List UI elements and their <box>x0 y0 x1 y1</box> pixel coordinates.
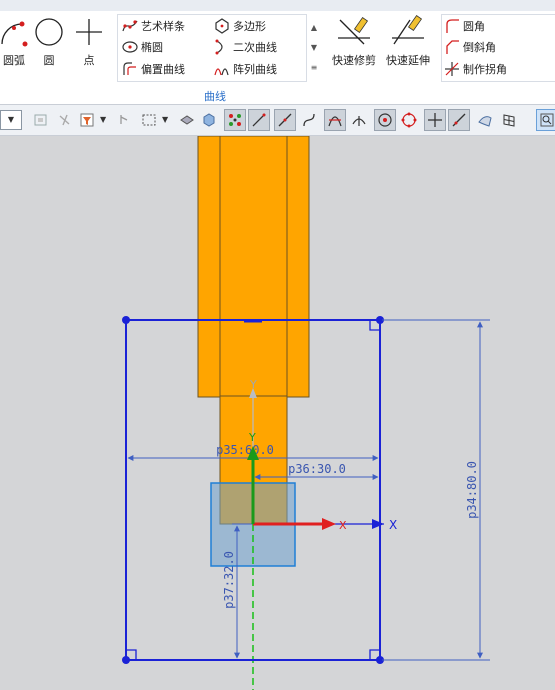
offset-y-dimension-text[interactable]: p37:32.0 <box>222 551 236 609</box>
snap-point-on-face-icon[interactable] <box>474 109 496 131</box>
point-tool-label: 点 <box>83 54 95 67</box>
polygon-label: 多边形 <box>233 20 266 33</box>
snap-midpoint-icon[interactable] <box>274 109 296 131</box>
snap-point-on-curve-icon[interactable] <box>448 109 470 131</box>
polygon-tool[interactable]: 多边形 <box>214 16 266 36</box>
circle-tool-label: 圆 <box>43 54 55 67</box>
snap-curve-icon[interactable] <box>298 109 320 131</box>
ellipse-tool[interactable]: 椭圆 <box>122 37 163 57</box>
fillet-tool[interactable]: 圆角 <box>444 16 485 36</box>
snap-center-icon[interactable] <box>374 109 396 131</box>
selection-filter-icon[interactable] <box>76 109 98 131</box>
filter-dropdown-arrow-icon[interactable]: ▼ <box>100 115 106 124</box>
arc-tool-label: 圆弧 <box>3 54 25 67</box>
snap-intersection-icon[interactable] <box>324 109 346 131</box>
fillet-icon <box>446 19 459 33</box>
sketch-svg: p34:80.0 p35:60.0 p36:30.0 p37:32.0 Y X … <box>122 136 490 690</box>
datum-y-label-upper: Y <box>249 378 257 391</box>
conic-label: 二次曲线 <box>233 41 277 54</box>
snap-select-icon[interactable] <box>114 109 136 131</box>
spline-icon <box>122 20 138 32</box>
quick-trim-label: 快速修剪 <box>332 54 376 67</box>
select-face-icon[interactable] <box>30 109 52 131</box>
make-corner-tool[interactable]: 制作拐角 <box>444 59 507 79</box>
csys-x-label: X <box>339 519 347 532</box>
make-corner-label: 制作拐角 <box>463 63 507 76</box>
spline-tool[interactable]: 艺术样条 <box>122 16 185 36</box>
quick-extend-icon <box>392 14 424 45</box>
offset-x-dimension-text[interactable]: p36:30.0 <box>288 462 346 476</box>
offset-curve-label: 偏置曲线 <box>141 63 185 76</box>
gallery-down-icon[interactable]: ▼ <box>308 38 320 58</box>
snap-tangent-icon[interactable] <box>348 109 370 131</box>
corner-group: 圆角 倒斜角 制作拐角 <box>441 14 555 82</box>
ribbon: 圆弧 圆 点 艺术样条 椭圆 偏置曲线 多边形 二次曲线 阵列曲线 ▲ ▼ ≡ … <box>0 0 555 105</box>
rectangle-select-dropdown-icon[interactable]: ▼ <box>162 115 168 124</box>
fillet-label: 圆角 <box>463 20 485 33</box>
point-tool-button[interactable]: 点 <box>74 14 104 74</box>
datum-x-arrow-blue <box>372 519 384 529</box>
corner-point-tl[interactable] <box>122 316 130 324</box>
solid-body-upper[interactable] <box>197 136 310 398</box>
arc-icon <box>1 21 28 47</box>
gallery-up-icon[interactable]: ▲ <box>308 18 320 38</box>
ellipse-label: 椭圆 <box>141 41 163 54</box>
selection-toolbar: ▼ ▼ ▼ <box>0 105 555 136</box>
csys-y-label: Y <box>248 431 256 444</box>
select-body-icon[interactable] <box>54 109 76 131</box>
quick-trim-button[interactable]: 快速修剪 <box>330 14 378 74</box>
datum-x-label-blue: X <box>389 518 397 532</box>
point-icon <box>76 19 102 45</box>
curve-group-label: 曲线 <box>204 90 226 103</box>
filter-dropdown[interactable]: ▼ <box>0 110 22 130</box>
offset-curve-tool[interactable]: 偏置曲线 <box>122 59 185 79</box>
offset-curve-icon <box>123 62 136 75</box>
make-corner-icon <box>445 62 459 76</box>
conic-tool[interactable]: 二次曲线 <box>214 37 277 57</box>
solid-view-icon[interactable] <box>198 109 220 131</box>
quick-extend-label: 快速延伸 <box>386 54 430 67</box>
gallery-scroll[interactable]: ▲ ▼ ≡ <box>308 18 320 78</box>
chamfer-icon <box>446 40 459 54</box>
width-dimension-text[interactable]: p35:60.0 <box>216 443 274 457</box>
quick-trim-icon <box>338 16 370 45</box>
graphics-window[interactable]: p34:80.0 p35:60.0 p36:30.0 p37:32.0 Y X … <box>0 136 555 690</box>
arc-tool-button[interactable]: 圆弧 <box>0 14 28 74</box>
rectangle-select-icon[interactable] <box>138 109 160 131</box>
snap-bounded-grid-icon[interactable] <box>498 109 520 131</box>
pattern-curve-label: 阵列曲线 <box>233 63 277 76</box>
snap-endpoints-icon[interactable] <box>224 109 246 131</box>
gallery-more-icon[interactable]: ≡ <box>308 58 320 78</box>
circle-icon <box>35 18 63 46</box>
circle-tool-button[interactable]: 圆 <box>34 14 64 74</box>
conic-icon <box>215 39 223 55</box>
snap-line-icon[interactable] <box>248 109 270 131</box>
csys-x-arrow <box>322 518 336 530</box>
curve-group: 艺术样条 椭圆 偏置曲线 多边形 二次曲线 阵列曲线 <box>117 14 307 82</box>
part-view-icon[interactable] <box>176 109 198 131</box>
snap-quadrant-icon[interactable] <box>398 109 420 131</box>
polygon-icon <box>215 18 229 34</box>
height-dimension-text[interactable]: p34:80.0 <box>465 461 479 519</box>
quick-extend-button[interactable]: 快速延伸 <box>384 14 432 74</box>
corner-point-bl[interactable] <box>122 656 130 664</box>
pattern-curve-icon <box>214 68 229 76</box>
pattern-curve-tool[interactable]: 阵列曲线 <box>214 59 277 79</box>
zoom-view-icon[interactable] <box>536 109 555 131</box>
snap-existing-point-icon[interactable] <box>424 109 446 131</box>
chamfer-label: 倒斜角 <box>463 41 496 54</box>
spline-label: 艺术样条 <box>141 20 185 33</box>
ribbon-top-strip <box>0 0 555 11</box>
ellipse-icon <box>122 41 138 53</box>
chamfer-tool[interactable]: 倒斜角 <box>444 37 496 57</box>
